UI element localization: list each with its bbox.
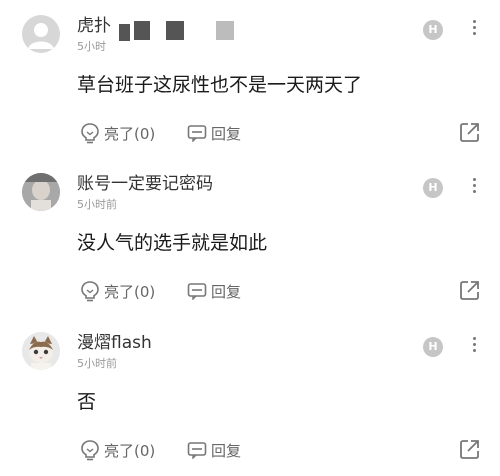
hupu-badge-icon: H [423,337,443,357]
more-options-icon[interactable] [470,176,478,198]
like-label: 亮了(0) [104,441,156,460]
share-icon[interactable] [459,279,481,301]
censor-block [166,21,184,40]
hupu-badge-icon: H [423,20,443,40]
comment-text: 没人气的选手就是如此 [77,232,268,254]
more-options-icon[interactable] [470,335,478,357]
reply-button[interactable]: 回复 [187,278,241,304]
lightbulb-icon [81,123,99,144]
comment-item: 虎扑 5小时 H 草台班子这尿性也不是一天两天了 亮了(0) 回复 [0,0,500,158]
hupu-badge-icon: H [423,178,443,198]
reply-label: 回复 [211,124,242,143]
comment-text: 草台班子这尿性也不是一天两天了 [77,74,363,96]
cat-photo-icon [22,332,60,370]
username[interactable]: 账号一定要记密码 [77,174,213,194]
comment-text: 否 [77,391,97,413]
lightbulb-icon [81,281,99,302]
username[interactable]: 虎扑 [77,16,111,36]
comment-item: 账号一定要记密码 5小时前 H 没人气的选手就是如此 亮了(0) 回复 [0,158,500,316]
avatar[interactable] [22,173,60,211]
user-photo-icon [22,173,60,211]
reply-button[interactable]: 回复 [187,120,241,146]
censor-block [119,24,130,41]
comment-icon [187,125,207,142]
censor-block [134,21,150,40]
like-button[interactable]: 亮了(0) [80,278,155,304]
lightbulb-icon [81,440,99,461]
comment-icon [187,283,207,300]
like-button[interactable]: 亮了(0) [80,437,155,463]
reply-button[interactable]: 回复 [187,437,241,463]
timestamp: 5小时 [77,40,106,53]
timestamp: 5小时前 [77,357,117,370]
like-label: 亮了(0) [104,282,156,301]
like-button[interactable]: 亮了(0) [80,120,155,146]
share-icon[interactable] [459,121,481,143]
reply-label: 回复 [211,441,242,460]
avatar[interactable] [22,15,60,53]
timestamp: 5小时前 [77,198,117,211]
username[interactable]: 漫熠flash [77,333,152,353]
reply-label: 回复 [211,282,242,301]
like-label: 亮了(0) [104,124,156,143]
more-options-icon[interactable] [470,18,478,40]
avatar[interactable] [22,332,60,370]
share-icon[interactable] [459,438,481,460]
comment-item: 漫熠flash 5小时前 H 否 亮了(0) 回复 [0,317,500,475]
default-user-icon [28,23,54,49]
censor-block [216,21,234,40]
comment-icon [187,442,207,459]
